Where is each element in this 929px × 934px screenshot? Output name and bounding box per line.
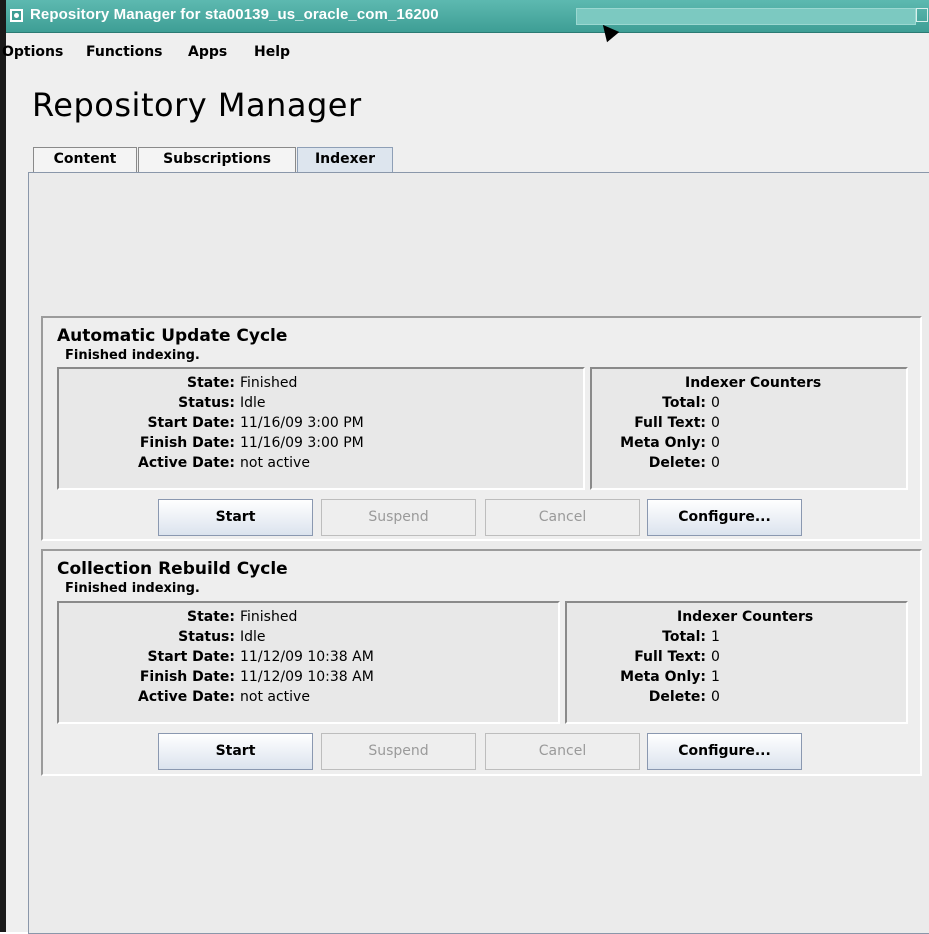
configure-button[interactable]: Configure... — [647, 733, 802, 770]
tab-indexer[interactable]: Indexer — [297, 147, 393, 173]
cancel-button[interactable]: Cancel — [485, 733, 640, 770]
menu-functions[interactable]: Functions — [86, 44, 163, 60]
menu-help[interactable]: Help — [254, 44, 290, 60]
cycle-details-box: State: Finished Status: Idle Start Date:… — [57, 601, 560, 724]
repository-manager-window: Repository Manager for sta00139_us_oracl… — [0, 0, 929, 934]
start-button[interactable]: Start — [158, 499, 313, 536]
tab-content[interactable]: Content — [33, 147, 137, 173]
window-title: Repository Manager for sta00139_us_oracl… — [30, 6, 439, 23]
indexer-counters-box: Indexer Counters Total: 0 Full Text: 0 M… — [590, 367, 908, 490]
cycle-title: Collection Rebuild Cycle — [57, 559, 288, 579]
cycle-details-box: State: Finished Status: Idle Start Date:… — [57, 367, 585, 490]
suspend-button[interactable]: Suspend — [321, 499, 476, 536]
menu-bar: Options Functions Apps Help — [2, 38, 929, 64]
cycle-status-message: Finished indexing. — [65, 348, 200, 363]
cancel-button[interactable]: Cancel — [485, 499, 640, 536]
cycle-status-message: Finished indexing. — [65, 581, 200, 596]
collection-rebuild-cycle-panel: Collection Rebuild Cycle Finished indexi… — [41, 549, 922, 776]
indexer-counters-title: Indexer Counters — [677, 609, 814, 625]
menu-apps[interactable]: Apps — [188, 44, 227, 60]
automatic-update-cycle-panel: Automatic Update Cycle Finished indexing… — [41, 316, 922, 541]
page-title: Repository Manager — [32, 86, 362, 124]
maximize-icon[interactable] — [916, 8, 928, 22]
tab-subscriptions[interactable]: Subscriptions — [138, 147, 296, 173]
title-bar-drag-area[interactable] — [576, 8, 916, 25]
title-bar[interactable]: Repository Manager for sta00139_us_oracl… — [6, 0, 929, 33]
cycle-title: Automatic Update Cycle — [57, 326, 288, 346]
indexer-counters-box: Indexer Counters Total: 1 Full Text: 0 M… — [565, 601, 908, 724]
menu-options[interactable]: Options — [2, 44, 63, 60]
start-button[interactable]: Start — [158, 733, 313, 770]
indexer-counters-title: Indexer Counters — [685, 375, 822, 391]
suspend-button[interactable]: Suspend — [321, 733, 476, 770]
window-menu-icon[interactable] — [10, 9, 23, 22]
configure-button[interactable]: Configure... — [647, 499, 802, 536]
